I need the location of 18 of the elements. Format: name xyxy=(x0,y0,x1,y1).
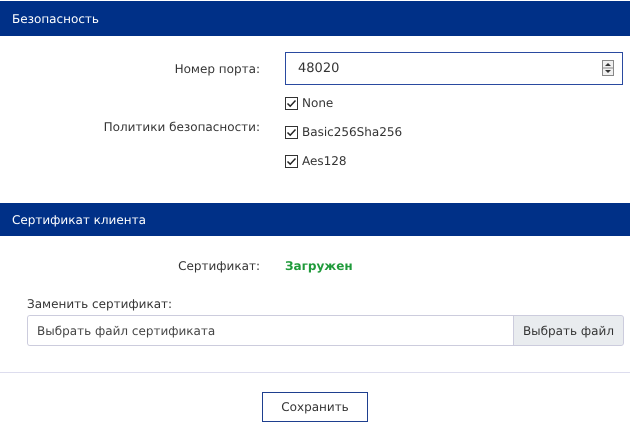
browse-button[interactable]: Выбрать файл xyxy=(512,315,624,346)
checkbox[interactable] xyxy=(285,96,298,110)
field-label: Сертификат: xyxy=(177,259,260,273)
field-label: Политики безопасности: xyxy=(102,120,260,134)
field-label: Номер порта: xyxy=(174,62,260,76)
port-field[interactable]: 48020 xyxy=(285,52,623,85)
field-label: Заменить сертификат: xyxy=(27,297,174,311)
checkbox[interactable] xyxy=(285,154,298,168)
checkbox[interactable] xyxy=(285,126,298,138)
file-field[interactable]: Выбрать файл сертификата xyxy=(27,315,513,346)
save-button[interactable]: Сохранить xyxy=(262,392,368,422)
status-text: Загружен xyxy=(285,259,353,273)
checkbox-label: Aes128 xyxy=(302,154,347,168)
section-header: Сертификат клиента xyxy=(0,203,630,236)
spinner-icon[interactable] xyxy=(602,60,614,76)
checkbox-label: Basic256Sha256 xyxy=(302,125,402,139)
section-header: Безопасность xyxy=(0,1,630,36)
checkbox-label: None xyxy=(302,96,334,110)
